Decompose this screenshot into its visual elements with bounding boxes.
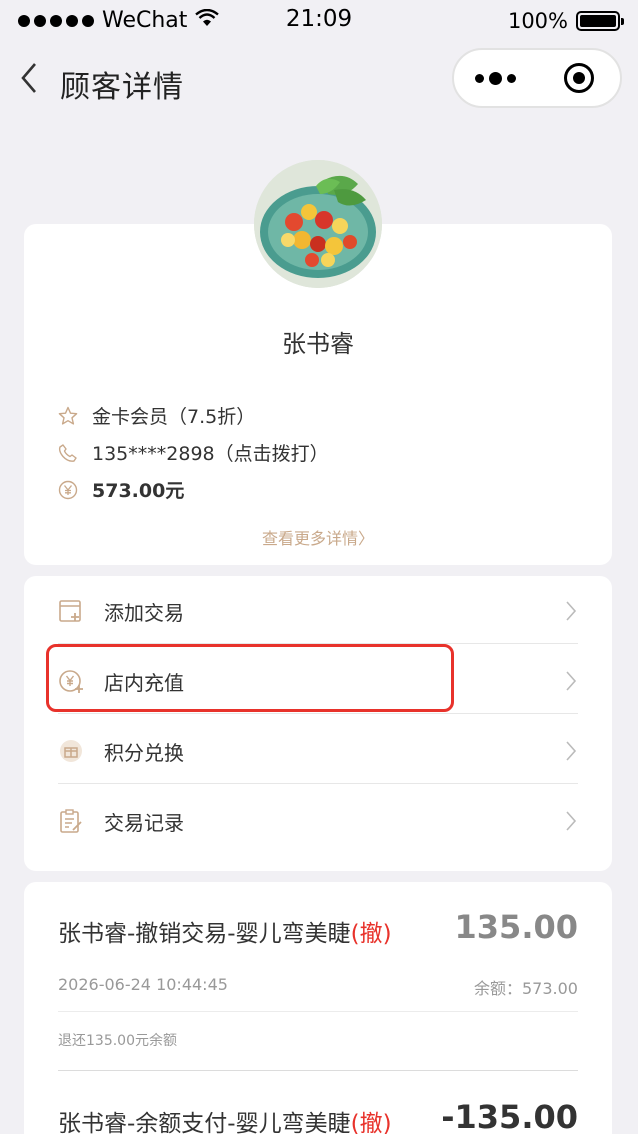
balance-amount: 573.00元 (92, 480, 185, 502)
phone-number: 135****2898（点击拨打） (92, 443, 329, 465)
phone-row[interactable]: 135****2898（点击拨打） (58, 439, 329, 466)
food-photo-icon (254, 160, 382, 288)
divider (58, 1011, 578, 1012)
recharge-icon (58, 668, 84, 694)
gift-icon (58, 738, 84, 764)
battery-status: 100% (507, 9, 624, 33)
star-icon (58, 406, 78, 426)
divider (58, 1070, 578, 1071)
balance-row: 573.00元 (58, 476, 184, 503)
status-bar: WeChat 21:09 100% (0, 0, 638, 44)
transaction-title-text: 张书睿-撤销交易-婴儿弯美睫 (58, 921, 351, 947)
divider (58, 783, 578, 784)
avatar (254, 160, 382, 288)
phone-icon (58, 443, 78, 463)
cancelled-tag: (撤) (350, 921, 392, 947)
divider (58, 713, 578, 714)
records-icon (58, 808, 84, 834)
transaction-date: 2026-06-24 10:44:45 (58, 975, 228, 994)
transaction-title-text: 张书睿-余额支付-婴儿弯美睫 (58, 1111, 351, 1134)
chevron-right-icon (564, 670, 578, 692)
mini-program-capsule (452, 48, 622, 108)
menu-item-add-transaction[interactable]: 添加交易 (58, 576, 578, 646)
navigation-bar: 顾客详情 (0, 44, 638, 116)
back-button[interactable] (14, 60, 44, 96)
chevron-right-icon (564, 600, 578, 622)
chevron-right-icon (564, 810, 578, 832)
menu-item-transaction-records[interactable]: 交易记录 (58, 786, 578, 856)
cancelled-tag: (撤) (350, 1111, 392, 1134)
menu-item-recharge[interactable]: 店内充值 (58, 646, 578, 716)
battery-icon (576, 11, 624, 31)
page-title: 顾客详情 (60, 70, 184, 105)
divider (58, 643, 578, 644)
transaction-balance: 余额：573.00 (474, 979, 578, 998)
transaction-note: 退还135.00元余额 (58, 1033, 177, 1049)
yen-coin-icon (58, 480, 78, 500)
menu-item-points-exchange[interactable]: 积分兑换 (58, 716, 578, 786)
target-icon (563, 63, 594, 93)
battery-percent: 100% (507, 9, 568, 33)
menu-label-recharge: 店内充值 (104, 670, 184, 695)
transaction-amount: -135.00 (441, 1098, 578, 1134)
menu-label-transaction-records: 交易记录 (104, 810, 184, 835)
chevron-left-icon (21, 63, 36, 93)
actions-menu-card: 添加交易 店内充值 积分兑换 交易记录 (24, 576, 612, 871)
chevron-right-icon (564, 740, 578, 762)
transaction-amount: 135.00 (454, 908, 578, 946)
membership-row: 金卡会员（7.5折） (58, 402, 255, 429)
membership-level: 金卡会员（7.5折） (92, 406, 256, 428)
transaction-title[interactable]: 张书睿-撤销交易-婴儿弯美睫(撤) (58, 914, 392, 948)
add-transaction-icon (58, 598, 84, 624)
customer-name: 张书睿 (282, 330, 354, 358)
menu-label-add-transaction: 添加交易 (104, 600, 184, 625)
transaction-title[interactable]: 张书睿-余额支付-婴儿弯美睫(撤) (58, 1104, 392, 1134)
transaction-list-card: 张书睿-撤销交易-婴儿弯美睫(撤) 135.00 2026-06-24 10:4… (24, 882, 612, 1134)
menu-label-points-exchange: 积分兑换 (104, 740, 184, 765)
close-miniprogram-button[interactable] (537, 50, 620, 106)
more-options-button[interactable] (454, 50, 537, 106)
more-details-link[interactable]: 查看更多详情〉 (24, 525, 612, 549)
